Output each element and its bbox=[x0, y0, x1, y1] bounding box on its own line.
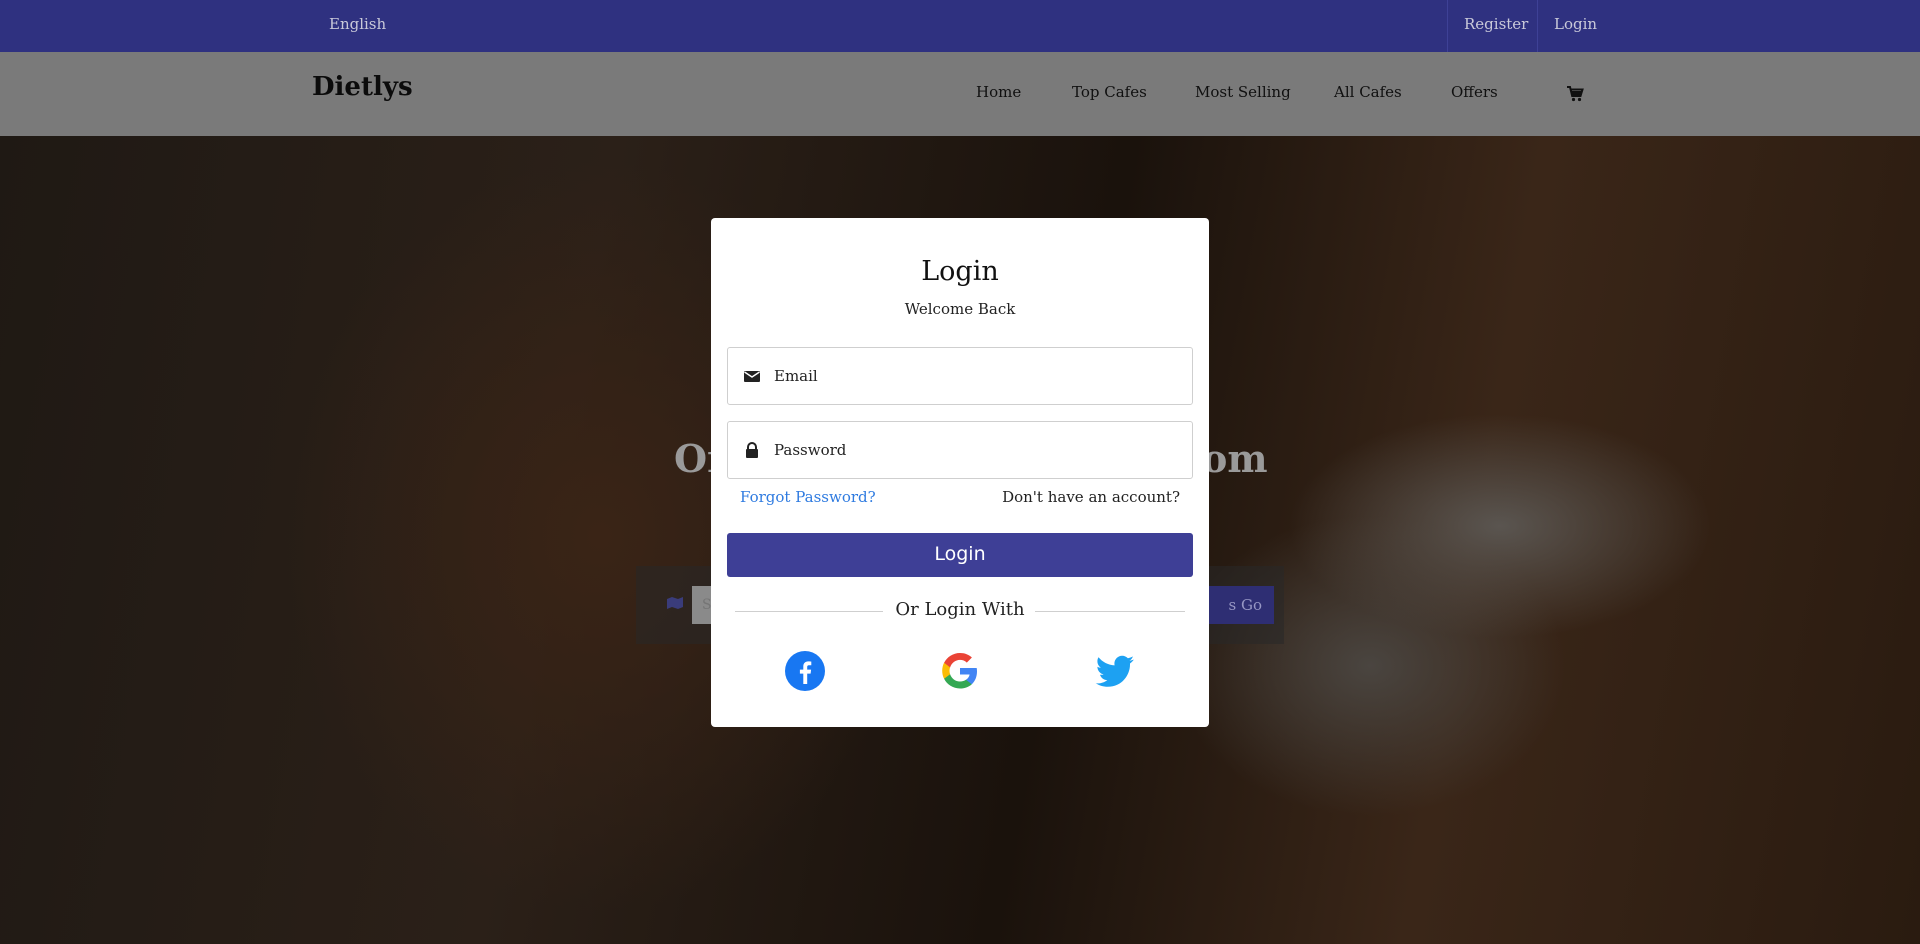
map-icon bbox=[667, 597, 683, 609]
nav-item-top-cafes[interactable]: Top Cafes bbox=[1072, 83, 1147, 101]
or-login-with-label: Or Login With bbox=[895, 599, 1025, 620]
modal-subtitle: Welcome Back bbox=[904, 300, 1016, 318]
forgot-password-link[interactable]: Forgot Password? bbox=[740, 488, 876, 506]
hero-title-end: om bbox=[1202, 436, 1268, 481]
nav-item-all-cafes[interactable]: All Cafes bbox=[1334, 83, 1402, 101]
top-bar: English Register Login bbox=[0, 0, 1920, 52]
shopping-cart-icon[interactable] bbox=[1566, 85, 1584, 103]
facebook-icon[interactable] bbox=[784, 650, 826, 692]
register-link[interactable]: Register bbox=[1447, 0, 1544, 52]
login-button[interactable]: Login bbox=[727, 533, 1193, 577]
no-account-link[interactable]: Don't have an account? bbox=[1002, 488, 1180, 506]
nav-item-offers[interactable]: Offers bbox=[1451, 83, 1498, 101]
language-selector[interactable]: English bbox=[329, 15, 386, 33]
lock-icon bbox=[746, 442, 758, 458]
email-field[interactable] bbox=[727, 347, 1193, 405]
google-icon[interactable] bbox=[939, 650, 981, 692]
brand-logo[interactable]: Dietlys bbox=[312, 72, 413, 102]
envelope-icon bbox=[744, 371, 760, 382]
nav-item-most-selling[interactable]: Most Selling bbox=[1195, 83, 1291, 101]
modal-title: Login bbox=[921, 256, 999, 287]
main-navbar: Dietlys Home Top Cafes Most Selling All … bbox=[0, 52, 1920, 136]
password-field[interactable] bbox=[727, 421, 1193, 479]
login-modal: Login Welcome Back Forgot Password? Don'… bbox=[711, 218, 1209, 727]
login-link[interactable]: Login bbox=[1537, 0, 1613, 52]
twitter-icon[interactable] bbox=[1094, 650, 1136, 692]
email-input[interactable] bbox=[774, 348, 1174, 404]
password-input[interactable] bbox=[774, 422, 1174, 478]
divider-right bbox=[1035, 611, 1185, 612]
nav-item-home[interactable]: Home bbox=[976, 83, 1021, 101]
